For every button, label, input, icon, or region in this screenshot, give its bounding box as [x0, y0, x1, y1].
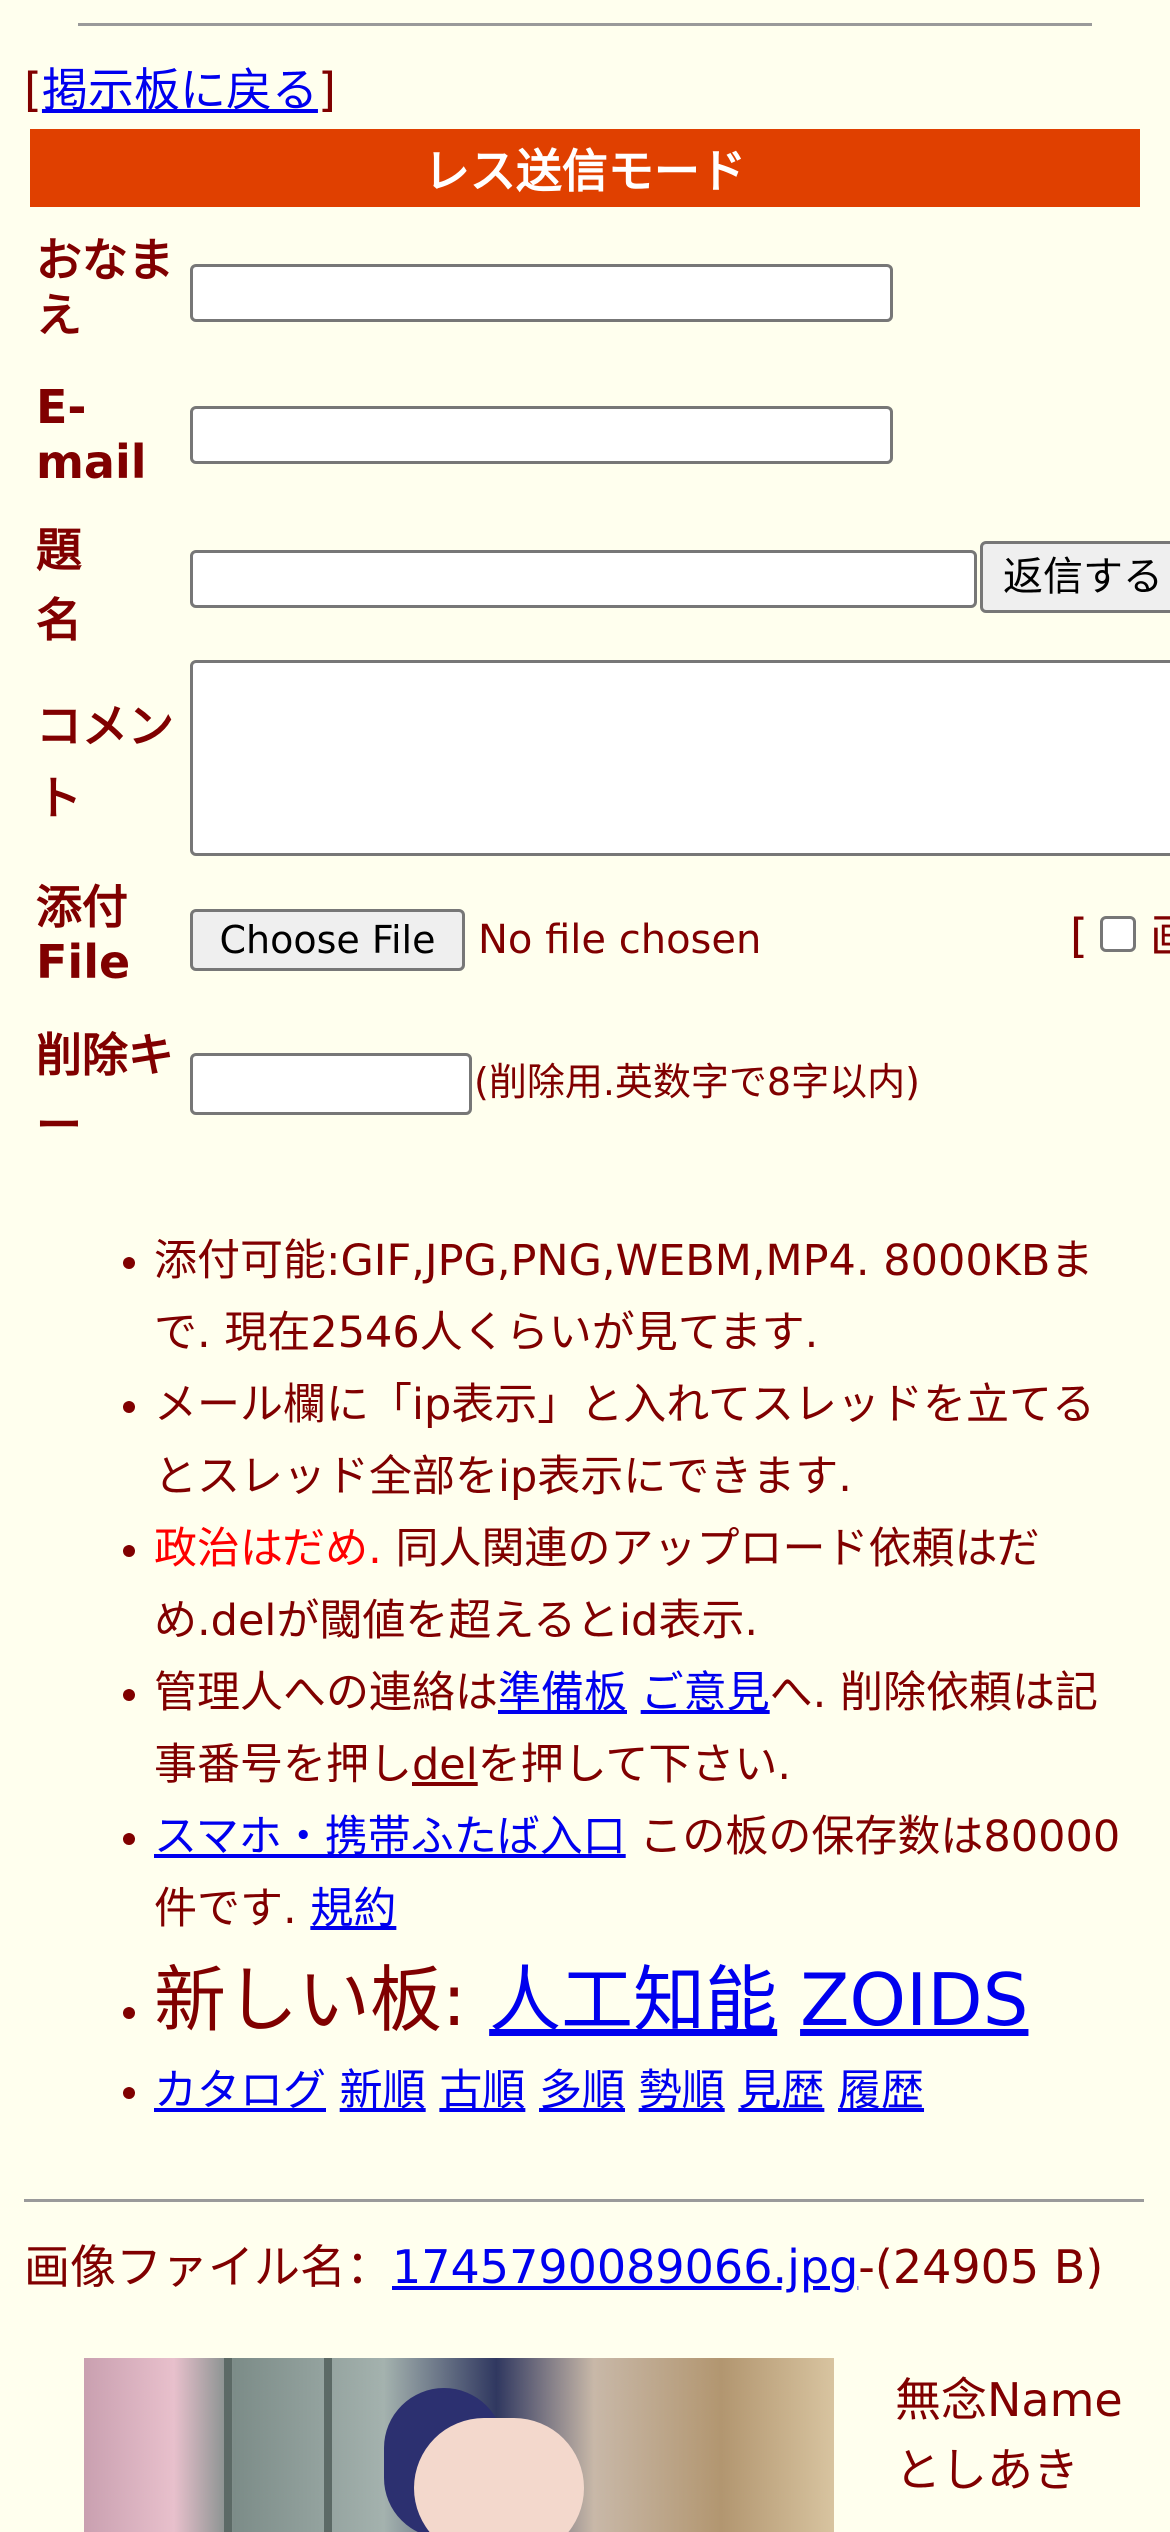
back-to-board: [掲示板に戻る]: [24, 60, 336, 120]
image-only-bracket: [: [1070, 909, 1088, 963]
sort-old-link[interactable]: 古順: [439, 2066, 525, 2116]
prep-board-link[interactable]: 準備板: [498, 1668, 627, 1718]
subject-label: 題 名: [36, 515, 186, 655]
del-link[interactable]: del: [412, 1740, 478, 1790]
delkey-label: 削除キ ー: [36, 1020, 186, 1160]
attach-label-line2: File: [36, 935, 131, 989]
note-contact: 管理人への連絡は準備板 ご意見へ. 削除依頼は記事番号を押しdelを押して下さい…: [154, 1657, 1130, 1801]
email-label-line2: mail: [36, 435, 147, 489]
email-input[interactable]: [190, 406, 893, 464]
reply-submit-button[interactable]: 返信する: [980, 541, 1170, 613]
bracket-close: ]: [317, 63, 336, 117]
sort-momentum-link[interactable]: 勢順: [639, 2066, 725, 2116]
mobile-entrance-link[interactable]: スマホ・携帯ふたば入口: [154, 1812, 626, 1862]
delkey-label-line2: ー: [36, 1098, 82, 1152]
note-ip-display: メール欄に「ip表示」と入れてスレッドを立てるとスレッド全部をip表示にできます…: [154, 1369, 1130, 1513]
thread-divider: [24, 2199, 1144, 2202]
thumb-detail: [414, 2418, 584, 2532]
post-name-label: 無念Name: [895, 2373, 1123, 2427]
zoids-board-link[interactable]: ZOIDS: [800, 1958, 1028, 2042]
image-file-prefix: 画像ファイル名：: [24, 2240, 392, 2294]
comment-label: コメン ト: [36, 690, 186, 834]
terms-link[interactable]: 規約: [310, 1884, 396, 1934]
delkey-label-line1: 削除キ: [36, 1028, 174, 1082]
name-label-line2: え: [36, 288, 82, 342]
sort-many-link[interactable]: 多順: [539, 2066, 625, 2116]
view-history-link[interactable]: 見歴: [738, 2066, 824, 2116]
note-rules-red: 政治はだめ.: [154, 1524, 382, 1574]
delete-key-note: (削除用.英数字で8字以内): [474, 1060, 920, 1104]
post-history-link[interactable]: 履歴: [838, 2066, 924, 2116]
note-rules: 政治はだめ. 同人関連のアップロード依頼はだめ.delが閾値を超えるとid表示.: [154, 1513, 1130, 1657]
comment-label-line2: ト: [36, 771, 82, 825]
board-notes: 添付可能:GIF,JPG,PNG,WEBM,MP4. 8000KBまで. 現在2…: [60, 1225, 1130, 2127]
image-file-size: -(24905 B): [858, 2240, 1104, 2294]
subject-input[interactable]: [190, 550, 977, 608]
name-input[interactable]: [190, 264, 893, 322]
bracket-open: [: [24, 63, 42, 117]
name-label: おなま え: [36, 233, 186, 343]
image-file-info: 画像ファイル名：1745790089066.jpg-(24905 B): [24, 2237, 1144, 2297]
comment-label-line1: コメン: [36, 699, 174, 753]
ai-board-link[interactable]: 人工知能: [489, 1958, 777, 2042]
name-label-line1: おなま: [36, 233, 174, 287]
image-only-label: 画: [1150, 906, 1170, 966]
note-contact-text3: を押して下さい.: [477, 1740, 792, 1790]
thumb-detail: [324, 2358, 332, 2532]
catalog-link[interactable]: カタログ: [154, 2066, 326, 2116]
note-mobile: スマホ・携帯ふたば入口 この板の保存数は80000件です. 規約: [154, 1801, 1130, 1945]
image-only-checkbox[interactable]: [1100, 916, 1136, 952]
reply-mode-banner: レス送信モード: [30, 129, 1140, 207]
note-new-boards: 新しい板: 人工知能 ZOIDS: [154, 1945, 1130, 2055]
subject-label-line1: 題: [36, 523, 82, 577]
thread-thumbnail[interactable]: [84, 2358, 834, 2532]
note-sort-links: カタログ 新順 古順 多順 勢順 見歴 履歴: [154, 2055, 1130, 2127]
subject-label-line2: 名: [36, 593, 82, 647]
email-label-line1: E-: [36, 380, 87, 434]
attach-label-line1: 添付: [36, 880, 128, 934]
email-label: E- mail: [36, 380, 186, 490]
post-header: 無念Name としあき: [895, 2365, 1123, 2505]
delete-key-input[interactable]: [190, 1053, 472, 1115]
note-upload-limits: 添付可能:GIF,JPG,PNG,WEBM,MP4. 8000KBまで. 現在2…: [154, 1225, 1130, 1369]
comment-textarea[interactable]: [190, 660, 1170, 856]
attach-label: 添付 File: [36, 880, 186, 990]
top-divider: [78, 23, 1092, 26]
thumb-detail: [224, 2358, 232, 2532]
file-status: No file chosen: [478, 917, 762, 963]
back-to-board-link[interactable]: 掲示板に戻る: [42, 63, 318, 117]
sort-new-link[interactable]: 新順: [340, 2066, 426, 2116]
choose-file-button[interactable]: Choose File: [190, 909, 465, 971]
feedback-link[interactable]: ご意見: [641, 1668, 770, 1718]
new-boards-text: 新しい板:: [154, 1958, 490, 2042]
post-poster: としあき: [895, 2443, 1079, 2497]
note-contact-text: 管理人への連絡は: [154, 1668, 498, 1718]
image-file-link[interactable]: 1745790089066.jpg: [392, 2240, 858, 2294]
